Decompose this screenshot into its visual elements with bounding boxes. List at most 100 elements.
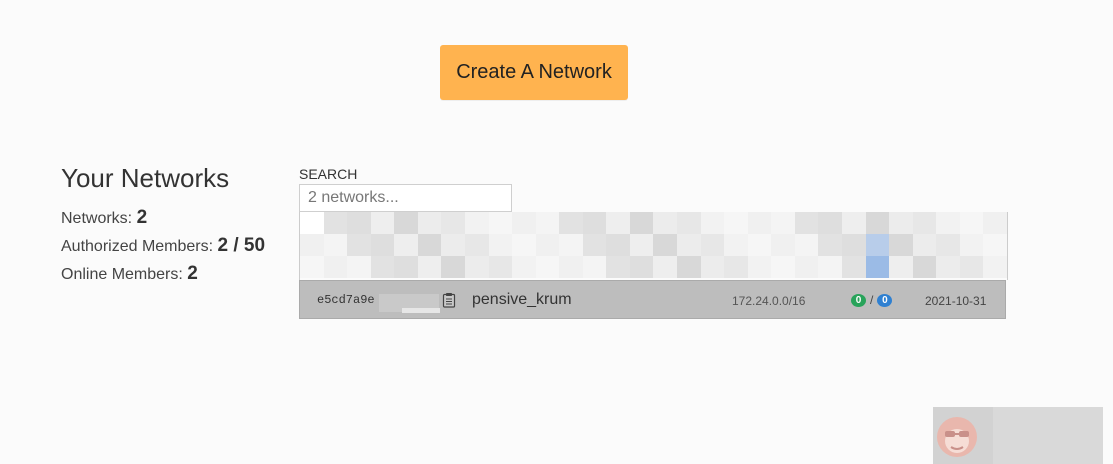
create-network-button[interactable]: Create A Network: [440, 45, 628, 100]
pixel-block: [370, 256, 395, 278]
pixel-block: [959, 256, 984, 278]
pixel-block: [724, 234, 748, 256]
pixel-block: [771, 234, 795, 256]
pixel-block: [629, 256, 654, 278]
pixel-block: [771, 256, 795, 278]
pixel-block: [865, 212, 890, 234]
pixel-block: [794, 256, 819, 278]
pixel-block: [700, 234, 725, 256]
pixel-block: [959, 212, 984, 234]
pixel-block: [394, 234, 418, 256]
pixel-block: [936, 212, 960, 234]
pixel-block: [417, 212, 442, 234]
authorized-count-badge: 0: [877, 293, 893, 307]
pixel-block: [912, 234, 937, 256]
watermark-logo: [933, 407, 1103, 464]
pixel-block: [841, 234, 866, 256]
pixel-block: [300, 212, 324, 234]
pixel-block: [983, 256, 1007, 278]
network-id: e5cd7a9e: [317, 293, 375, 307]
search-label: SEARCH: [299, 166, 358, 182]
pixel-block: [535, 256, 560, 278]
pixel-block: [983, 234, 1007, 256]
pixel-block: [417, 256, 442, 278]
pixel-block: [512, 256, 536, 278]
stat-value: 2: [136, 207, 148, 228]
search-input[interactable]: [299, 184, 512, 212]
pixel-block: [394, 256, 418, 278]
stat-value: 2: [187, 263, 198, 284]
pixel-block: [912, 256, 937, 278]
pixel-block: [582, 234, 607, 256]
pixel-block: [606, 256, 630, 278]
pixel-block: [300, 256, 324, 278]
your-networks-title: Your Networks: [61, 163, 230, 193]
online-count-badge: 0: [851, 293, 866, 307]
pixel-block: [559, 234, 583, 256]
pixel-block: [677, 256, 701, 278]
pixel-block: [959, 234, 984, 256]
pixel-block: [347, 256, 371, 278]
pixel-block: [323, 256, 348, 278]
pixelated-strip: [300, 212, 1007, 234]
pixelated-strip: [300, 234, 1007, 256]
pixel-block: [841, 212, 866, 234]
pixel-block: [629, 234, 654, 256]
stat-value: 2 / 50: [217, 235, 266, 256]
pixel-block: [794, 234, 819, 256]
networks-summary: Your Networks Networks: 2 Authorized Mem…: [61, 163, 265, 290]
pixel-block: [653, 234, 677, 256]
pixel-block: [747, 212, 772, 234]
pixel-block: [535, 234, 560, 256]
pixel-block: [865, 256, 890, 278]
pixel-block: [747, 256, 772, 278]
pixel-block: [464, 234, 489, 256]
network-row[interactable]: e5cd7a9e pensive_krum 172.24.0.0/16 0 / …: [299, 280, 1006, 319]
pixel-block: [488, 234, 513, 256]
pixel-block: [606, 212, 630, 234]
stat-label: Networks:: [61, 210, 133, 227]
pixel-block: [677, 234, 701, 256]
pixel-block: [606, 234, 630, 256]
redacted-network-row: [299, 212, 1008, 280]
pixel-block: [512, 234, 536, 256]
pixel-block: [747, 234, 772, 256]
member-counts: 0 / 0: [851, 293, 893, 307]
pixel-block: [488, 256, 513, 278]
pixel-block: [559, 256, 583, 278]
pixel-block: [865, 234, 890, 256]
pixel-block: [724, 256, 748, 278]
count-separator: /: [870, 293, 874, 307]
pixel-block: [700, 212, 725, 234]
pixel-block: [488, 212, 513, 234]
online-members: Online Members: 2: [61, 262, 265, 290]
clipboard-icon[interactable]: [442, 292, 456, 308]
pixel-block: [677, 212, 701, 234]
pixel-block: [889, 256, 913, 278]
pixel-block: [653, 256, 677, 278]
network-created-date: 2021-10-31: [925, 294, 987, 308]
pixel-block: [700, 256, 725, 278]
network-name: pensive_krum: [472, 291, 572, 308]
pixel-block: [347, 212, 371, 234]
pixelated-strip: [300, 256, 1007, 278]
pixel-block: [889, 234, 913, 256]
pixel-block: [936, 234, 960, 256]
pixel-block: [771, 212, 795, 234]
redacted-id-block: [402, 308, 440, 313]
pixel-block: [912, 212, 937, 234]
network-subnet: 172.24.0.0/16: [732, 294, 806, 308]
pixel-block: [441, 234, 465, 256]
pixel-block: [818, 256, 842, 278]
pixel-block: [323, 212, 348, 234]
pixel-block: [512, 212, 536, 234]
pixel-block: [936, 256, 960, 278]
pixel-block: [653, 212, 677, 234]
pixel-block: [983, 212, 1007, 234]
pixel-block: [559, 212, 583, 234]
pixel-block: [370, 234, 395, 256]
stat-label: Authorized Members:: [61, 238, 214, 255]
networks-count: Networks: 2: [61, 206, 265, 234]
pixel-block: [417, 234, 442, 256]
pixel-block: [841, 256, 866, 278]
